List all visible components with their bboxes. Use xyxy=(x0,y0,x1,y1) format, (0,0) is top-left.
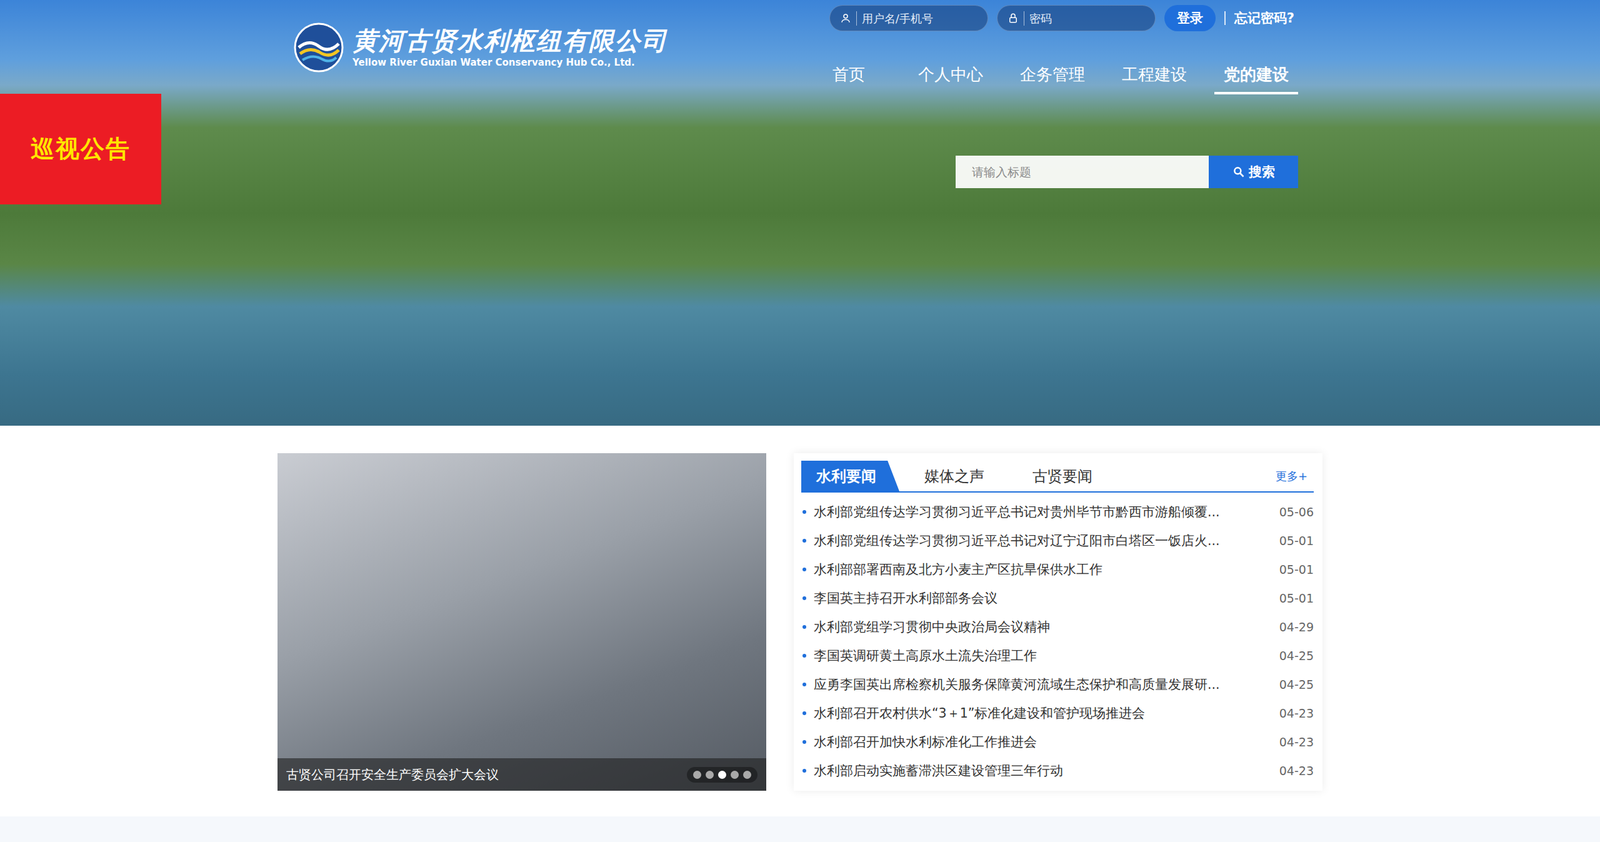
notice-badge[interactable]: 巡视公告 xyxy=(0,93,162,205)
bullet xyxy=(802,682,807,687)
login-row: 登录忘记密码? xyxy=(829,5,1295,32)
header-right: 登录忘记密码? 首页个人中心企务管理工程建设党的建设 xyxy=(806,5,1299,95)
bottom-strip xyxy=(0,816,1600,842)
news-title: 水利部部署西南及北方小麦主产区抗旱保供水工作 xyxy=(813,560,1272,579)
search-input[interactable] xyxy=(955,155,1209,189)
carousel[interactable]: 古贤公司召开安全生产委员会扩大会议 xyxy=(277,453,767,791)
news-title: 水利部启动实施蓄滞洪区建设管理三年行动 xyxy=(813,761,1272,780)
news-item[interactable]: 水利部党组传达学习贯彻习近平总书记对贵州毕节市黔西市游船倾覆... 05-06 xyxy=(801,497,1314,527)
news-panel: 水利要闻媒体之声古贤要闻 更多+ 水利部党组传达学习贯彻习近平总书记对贵州毕节市黔西… xyxy=(793,453,1323,791)
divider xyxy=(1224,11,1226,25)
nav-item[interactable]: 党的建设 xyxy=(1214,58,1299,95)
search-icon xyxy=(1232,165,1245,179)
news-date: 05-01 xyxy=(1279,562,1314,577)
carousel-caption: 古贤公司召开安全生产委员会扩大会议 xyxy=(286,766,499,784)
news-title: 水利部党组传达学习贯彻习近平总书记对贵州毕节市黔西市游船倾覆... xyxy=(813,503,1272,521)
news-date: 04-25 xyxy=(1279,648,1314,663)
main-nav: 首页个人中心企务管理工程建设党的建设 xyxy=(806,58,1299,95)
user-icon xyxy=(840,12,852,24)
news-title: 李国英调研黄土高原水土流失治理工作 xyxy=(813,646,1272,665)
nav-item[interactable]: 工程建设 xyxy=(1112,58,1197,95)
content: 古贤公司召开安全生产委员会扩大会议 水利要闻媒体之声古贤要闻 更多+ 水利部党组传达学… xyxy=(277,453,1323,791)
carousel-dot[interactable] xyxy=(718,770,727,779)
password-field xyxy=(996,5,1156,32)
bullet xyxy=(802,711,807,715)
news-title: 应勇李国英出席检察机关服务保障黄河流域生态保护和高质量发展研... xyxy=(813,675,1272,694)
carousel-dot[interactable] xyxy=(693,770,702,779)
news-date: 05-01 xyxy=(1279,591,1314,605)
news-item[interactable]: 水利部党组传达学习贯彻习近平总书记对辽宁辽阳市白塔区一饭店火... 05-01 xyxy=(801,526,1314,555)
logo-title: 黄河古贤水利枢纽有限公司 xyxy=(352,26,668,55)
news-title: 李国英主持召开水利部部务会议 xyxy=(813,589,1272,607)
news-title: 水利部党组学习贯彻中央政治局会议精神 xyxy=(813,618,1272,636)
news-item[interactable]: 李国英主持召开水利部部务会议 05-01 xyxy=(801,583,1314,613)
carousel-dot[interactable] xyxy=(705,770,714,779)
news-item[interactable]: 水利部召开加快水利标准化工作推进会 04-23 xyxy=(801,727,1314,757)
banner-inner: 黄河古贤水利枢纽有限公司Yellow River Guxian Water Co… xyxy=(277,0,1323,189)
password-input[interactable] xyxy=(1023,11,1145,26)
bullet xyxy=(802,740,807,744)
carousel-dot[interactable] xyxy=(743,770,752,779)
news-tab[interactable]: 水利要闻 xyxy=(801,460,900,492)
bullet xyxy=(802,768,807,773)
news-date: 04-23 xyxy=(1279,706,1314,720)
news-title: 水利部党组传达学习贯彻习近平总书记对辽宁辽阳市白塔区一饭店火... xyxy=(813,531,1272,550)
username-input[interactable] xyxy=(856,11,978,26)
news-date: 04-23 xyxy=(1279,763,1314,778)
news-tab[interactable]: 媒体之声 xyxy=(909,460,1008,492)
login-button[interactable]: 登录 xyxy=(1164,5,1216,32)
news-tabs: 水利要闻媒体之声古贤要闻 更多+ xyxy=(801,460,1314,493)
bullet xyxy=(802,653,807,658)
news-date: 04-23 xyxy=(1279,735,1314,749)
bullet xyxy=(802,596,807,600)
news-item[interactable]: 水利部启动实施蓄滞洪区建设管理三年行动 04-23 xyxy=(801,756,1314,785)
nav-item[interactable]: 个人中心 xyxy=(908,58,993,95)
nav-item[interactable]: 首页 xyxy=(806,58,891,95)
nav-item[interactable]: 企务管理 xyxy=(1010,58,1095,95)
news-item[interactable]: 李国英调研黄土高原水土流失治理工作 04-25 xyxy=(801,641,1314,670)
news-item[interactable]: 水利部部署西南及北方小麦主产区抗旱保供水工作 05-01 xyxy=(801,555,1314,584)
emblem-icon xyxy=(293,22,344,73)
carousel-dots xyxy=(686,766,758,783)
carousel-dot[interactable] xyxy=(730,770,739,779)
logo-subtitle: Yellow River Guxian Water Conservancy Hu… xyxy=(352,56,668,69)
search-row: 搜索 xyxy=(293,155,1299,189)
bullet xyxy=(802,567,807,572)
lock-icon xyxy=(1007,12,1019,24)
news-item[interactable]: 应勇李国英出席检察机关服务保障黄河流域生态保护和高质量发展研... 04-25 xyxy=(801,670,1314,699)
carousel-caption-bar: 古贤公司召开安全生产委员会扩大会议 xyxy=(277,758,767,791)
news-list: 水利部党组传达学习贯彻习近平总书记对贵州毕节市黔西市游船倾覆...05-06水利… xyxy=(801,497,1314,785)
logo[interactable]: 黄河古贤水利枢纽有限公司Yellow River Guxian Water Co… xyxy=(293,22,668,73)
news-date: 04-29 xyxy=(1279,620,1314,634)
logo-text: 黄河古贤水利枢纽有限公司Yellow River Guxian Water Co… xyxy=(352,26,668,69)
search-form: 搜索 xyxy=(955,155,1299,189)
more-link[interactable]: 更多+ xyxy=(1275,468,1314,484)
news-item[interactable]: 水利部召开农村供水“3＋1”标准化建设和管护现场推进会 04-23 xyxy=(801,698,1314,728)
news-item[interactable]: 水利部党组学习贯彻中央政治局会议精神 04-29 xyxy=(801,612,1314,642)
forgot-password-link[interactable]: 忘记密码? xyxy=(1234,9,1295,27)
news-tab[interactable]: 古贤要闻 xyxy=(1017,460,1116,492)
top-row: 黄河古贤水利枢纽有限公司Yellow River Guxian Water Co… xyxy=(293,5,1299,95)
news-date: 04-25 xyxy=(1279,677,1314,692)
news-date: 05-01 xyxy=(1279,533,1314,548)
search-button[interactable]: 搜索 xyxy=(1208,155,1299,189)
news-title: 水利部召开加快水利标准化工作推进会 xyxy=(813,733,1272,751)
page: 黄河古贤水利枢纽有限公司Yellow River Guxian Water Co… xyxy=(0,0,1600,842)
bullet xyxy=(802,538,807,543)
bullet xyxy=(802,625,807,629)
banner: 黄河古贤水利枢纽有限公司Yellow River Guxian Water Co… xyxy=(0,0,1600,426)
news-title: 水利部召开农村供水“3＋1”标准化建设和管护现场推进会 xyxy=(813,704,1272,722)
username-field xyxy=(829,5,989,32)
news-date: 05-06 xyxy=(1279,505,1314,519)
bullet xyxy=(802,510,807,514)
